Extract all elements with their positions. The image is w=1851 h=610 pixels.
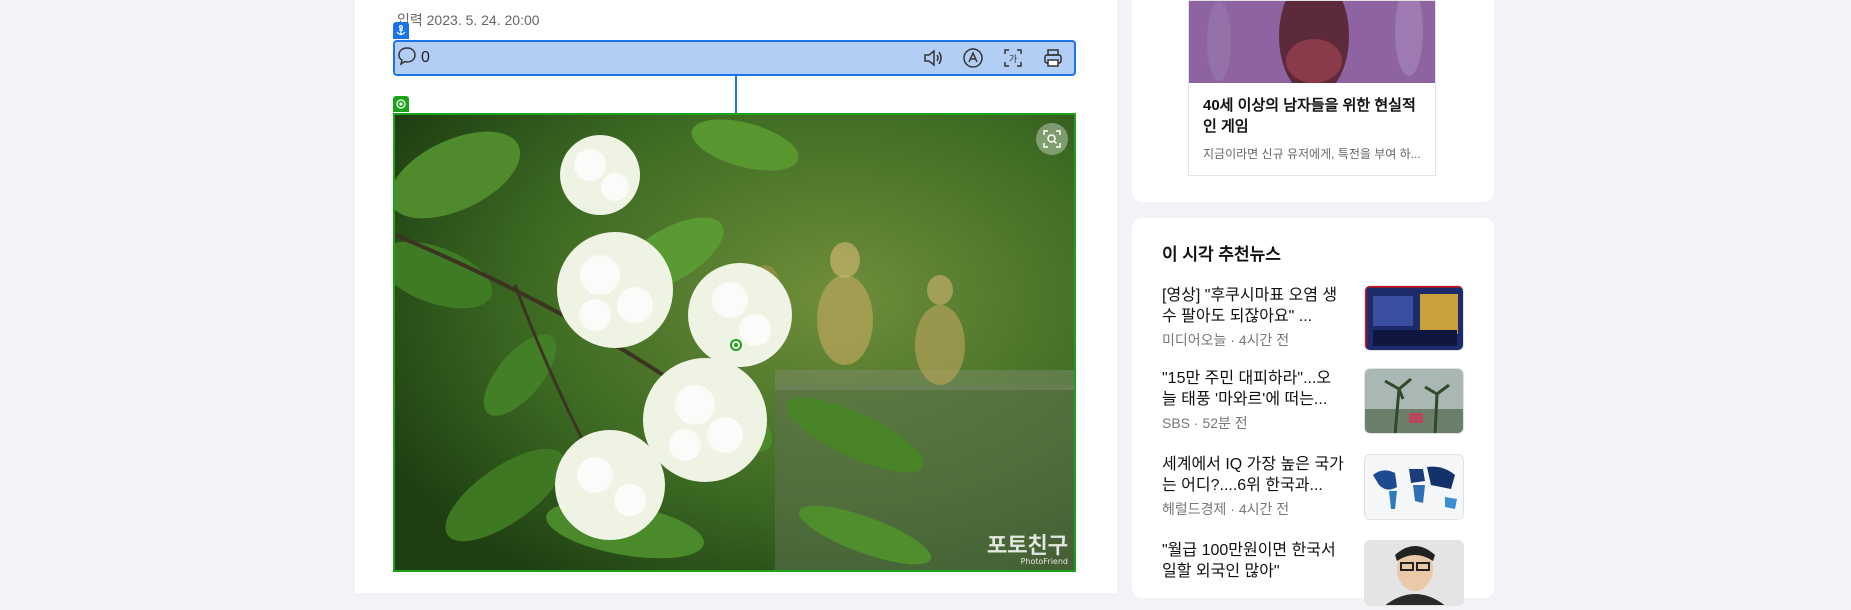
connector-line [735,76,737,114]
news-thumbnail[interactable] [1364,454,1464,520]
watermark-subtext: PhotoFriend [1020,557,1068,566]
font-size-icon[interactable] [962,47,984,69]
news-item[interactable]: "월급 100만원이면 한국서 일할 외국인 많아" [1162,540,1464,610]
image-search-button[interactable] [1036,123,1068,155]
speaker-icon[interactable] [922,47,944,69]
article-toolbar: 0 가 [393,40,1076,76]
news-title[interactable]: 세계에서 IQ 가장 높은 국가는 어디?....6위 한국과... [1162,454,1344,496]
target-icon [393,96,409,112]
recommended-news-heading: 이 시각 추천뉴스 [1162,245,1281,264]
watermark-text: 포토친구 [987,534,1068,559]
translate-icon[interactable]: 가 [1002,47,1024,69]
news-thumbnail[interactable] [1364,368,1464,434]
ad-image[interactable] [1189,1,1435,83]
news-title[interactable]: "15만 주민 대피하라"...오늘 태풍 '마와르'에 떠는... [1162,368,1344,410]
ad-card: 40세 이상의 남자들을 위한 현실적인 게임 지금이라면 신규 유저에게, 특… [1132,0,1494,202]
comment-icon [397,46,417,71]
anchor-icon [393,22,409,39]
ad-box[interactable]: 40세 이상의 남자들을 위한 현실적인 게임 지금이라면 신규 유저에게, 특… [1188,0,1436,176]
news-item[interactable]: 세계에서 IQ 가장 높은 국가는 어디?....6위 한국과... 헤럴드경제… [1162,454,1464,524]
article-date: 입력 2023. 5. 24. 20:00 [397,12,540,28]
ad-description: 지금이라면 신규 유저에게, 특전을 부여 하... [1203,147,1421,161]
comment-button[interactable]: 0 [397,46,430,71]
print-icon[interactable] [1042,47,1064,69]
news-item[interactable]: [영상] "후쿠시마표 오염 생수 팔아도 되잖아요" ... 미디어오늘 · … [1162,285,1464,355]
recommended-news-card: 이 시각 추천뉴스 [영상] "후쿠시마표 오염 생수 팔아도 되잖아요" ..… [1132,218,1494,606]
comment-count: 0 [421,49,430,66]
photo-watermark: 포토친구 PhotoFriend [987,536,1068,566]
news-thumbnail[interactable] [1364,540,1464,606]
image-search-icon [1043,130,1061,148]
news-thumbnail[interactable] [1364,285,1464,351]
ad-title[interactable]: 40세 이상의 남자들을 위한 현실적인 게임 [1203,95,1421,137]
svg-text:가: 가 [1009,54,1017,65]
news-title[interactable]: [영상] "후쿠시마표 오염 생수 팔아도 되잖아요" ... [1162,285,1344,327]
article-photo[interactable]: 포토친구 PhotoFriend [393,113,1076,572]
news-item[interactable]: "15만 주민 대피하라"...오늘 태풍 '마와르'에 떠는... SBS ·… [1162,368,1464,438]
news-title[interactable]: "월급 100만원이면 한국서 일할 외국인 많아" [1162,540,1344,582]
focus-point-marker [730,339,742,351]
article-column: 입력 2023. 5. 24. 20:00 0 가 포토친구 PhotoFrie… [355,0,1117,593]
